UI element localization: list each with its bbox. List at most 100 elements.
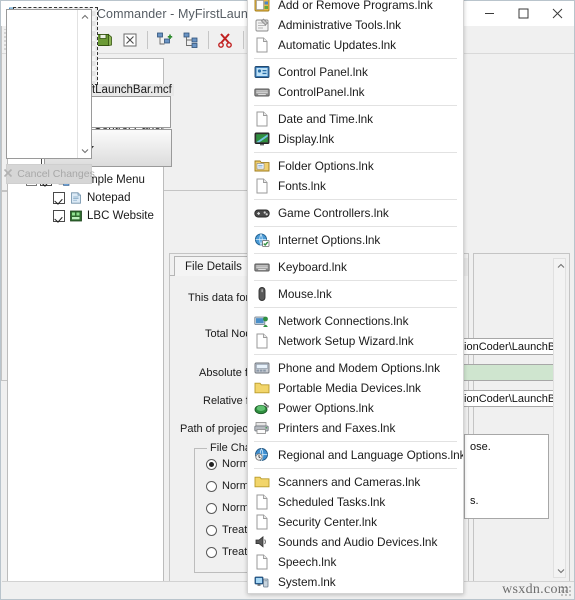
menu-item-label: Internet Options.lnk: [278, 233, 381, 247]
regional-language-icon: [254, 447, 270, 463]
relative-path-field[interactable]: [457, 364, 557, 381]
menu-separator: [248, 438, 463, 445]
menu-item[interactable]: Display.lnk: [248, 129, 463, 149]
menu-item[interactable]: Internet Options.lnk: [248, 230, 463, 250]
menu-item[interactable]: Security Center.lnk: [248, 512, 463, 532]
folder-options-icon: [254, 158, 270, 174]
menu-separator: [248, 196, 463, 203]
generic-file-icon: [254, 37, 270, 53]
close-button[interactable]: [540, 1, 574, 26]
menu-item[interactable]: Date and Time.lnk: [248, 109, 463, 129]
tree-node-lbc-website[interactable]: LBC Website: [8, 207, 163, 225]
menu-separator: [248, 102, 463, 109]
tree-node-label: Notepad: [87, 192, 131, 204]
menu-item[interactable]: Portable Media Devices.lnk: [248, 378, 463, 398]
shortcut-context-menu[interactable]: Add or Remove Programs.lnk Administrative…: [247, 0, 464, 594]
toolbar-separator-3: [243, 30, 244, 49]
scroll-down-arrow-icon[interactable]: [78, 144, 92, 158]
generic-file-icon: [254, 111, 270, 127]
menu-item-label: Automatic Updates.lnk: [278, 38, 397, 52]
menu-item-label: Add or Remove Programs.lnk: [278, 0, 433, 12]
paths-scrollbar[interactable]: [553, 258, 566, 578]
menu-item[interactable]: Regional and Language Options.lnk: [248, 445, 463, 465]
window-controls: [472, 1, 574, 26]
menu-item-label: Fonts.lnk: [278, 179, 326, 193]
cancel-changes-label: Cancel Changes: [17, 168, 95, 180]
menu-item-label: Sounds and Audio Devices.lnk: [278, 535, 438, 549]
menu-item[interactable]: Folder Options.lnk: [248, 156, 463, 176]
project-path-field[interactable]: tionCoder\LaunchBar: [457, 390, 557, 407]
tree-node-notepad[interactable]: Notepad: [8, 189, 163, 207]
menu-item[interactable]: Add or Remove Programs.lnk: [248, 0, 463, 15]
infobox-line-1: ose.: [470, 441, 491, 453]
menu-item[interactable]: System.lnk: [248, 572, 463, 592]
menu-separator: [248, 592, 463, 593]
generic-file-icon: [254, 178, 270, 194]
control-panel-icon: [254, 64, 270, 80]
delete-node-button[interactable]: [213, 28, 239, 52]
menu-item-label: Keyboard.lnk: [278, 260, 347, 274]
menu-item[interactable]: Scheduled Tasks.lnk: [248, 492, 463, 512]
menu-item-label: Scheduled Tasks.lnk: [278, 495, 386, 509]
toolbar-separator-1: [147, 30, 148, 49]
add-remove-programs-icon: [254, 0, 270, 13]
menu-item[interactable]: Automatic Updates.lnk: [248, 35, 463, 55]
menu-item-label: Game Controllers.lnk: [278, 206, 389, 220]
menu-item[interactable]: Game Controllers.lnk: [248, 203, 463, 223]
minimize-button[interactable]: [472, 1, 506, 26]
dock-items-list[interactable]: [6, 9, 92, 159]
menu-item-label: Date and Time.lnk: [278, 112, 374, 126]
menu-item[interactable]: Power Options.lnk: [248, 398, 463, 418]
menu-item-label: Mouse.lnk: [278, 287, 332, 301]
cancel-changes-button[interactable]: Cancel Changes: [4, 164, 95, 184]
maximize-button[interactable]: [506, 1, 540, 26]
menu-item-label: ControlPanel.lnk: [278, 85, 365, 99]
gamepad-icon: [254, 205, 270, 221]
speaker-icon: [254, 534, 270, 550]
menu-item-label: Phone and Modem Options.lnk: [278, 361, 440, 375]
menu-item[interactable]: Sounds and Audio Devices.lnk: [248, 532, 463, 552]
menu-item[interactable]: Control Panel.lnk: [248, 62, 463, 82]
tab-file-details[interactable]: File Details: [174, 256, 253, 277]
file-paths-panel: tionCoder\LaunchBar tionCoder\LaunchBar …: [457, 253, 570, 583]
menu-item-label: Administrative Tools.lnk: [278, 18, 402, 32]
menu-item[interactable]: Fonts.lnk: [248, 176, 463, 196]
menu-item-label: Display.lnk: [278, 132, 335, 146]
dock-items-scrollbar[interactable]: [77, 10, 91, 158]
absolute-path-field[interactable]: tionCoder\LaunchBar: [457, 338, 557, 355]
menu-item[interactable]: Scanners and Cameras.lnk: [248, 472, 463, 492]
network-connections-icon: [254, 313, 270, 329]
tree-checkbox[interactable]: [53, 210, 65, 222]
radio-indicator: [206, 502, 217, 514]
tree-node-label: LBC Website: [87, 210, 154, 222]
internet-options-icon: [254, 232, 270, 248]
menu-item-label: Printers and Faxes.lnk: [278, 421, 396, 435]
scroll-up-arrow-icon[interactable]: [554, 259, 567, 272]
add-node-button[interactable]: [152, 28, 178, 52]
scroll-up-arrow-icon[interactable]: [78, 10, 92, 24]
scroll-down-arrow-icon[interactable]: [554, 564, 567, 577]
close-file-button[interactable]: [117, 28, 143, 52]
radio-indicator: [206, 480, 217, 492]
menu-item[interactable]: Printers and Faxes.lnk: [248, 418, 463, 438]
menu-separator: [248, 465, 463, 472]
tab-file-details-label: File Details: [185, 261, 242, 273]
phone-modem-icon: [254, 360, 270, 376]
menu-item[interactable]: Phone and Modem Options.lnk: [248, 358, 463, 378]
radio-indicator: [206, 458, 217, 470]
watermark: wsxdn.com: [502, 582, 569, 597]
menu-item[interactable]: Administrative Tools.lnk: [248, 15, 463, 35]
menu-item-label: Network Setup Wizard.lnk: [278, 334, 414, 348]
node-tree-button[interactable]: [178, 28, 204, 52]
menu-item[interactable]: Speech.lnk: [248, 552, 463, 572]
menu-item-label: Folder Options.lnk: [278, 159, 374, 173]
menu-item-label: Security Center.lnk: [278, 515, 378, 529]
menu-item[interactable]: Mouse.lnk: [248, 284, 463, 304]
menu-item[interactable]: ControlPanel.lnk: [248, 82, 463, 102]
menu-item[interactable]: Keyboard.lnk: [248, 257, 463, 277]
menu-item[interactable]: Network Setup Wizard.lnk: [248, 331, 463, 351]
radio-indicator: [206, 524, 217, 536]
menu-item[interactable]: Network Connections.lnk: [248, 311, 463, 331]
tree-checkbox[interactable]: [53, 192, 65, 204]
display-icon: [254, 131, 270, 147]
